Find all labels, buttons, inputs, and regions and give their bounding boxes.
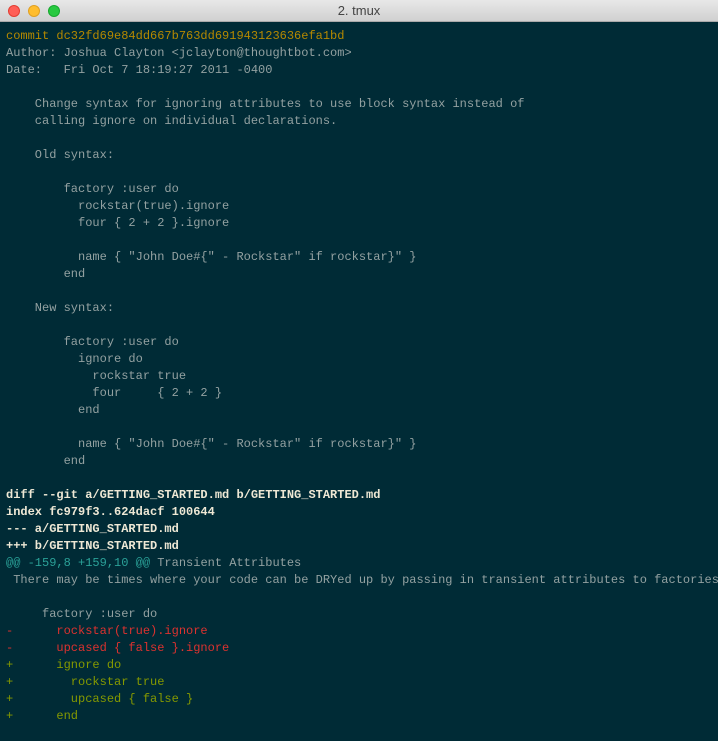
terminal-line xyxy=(6,317,712,334)
terminal-line xyxy=(6,283,712,300)
terminal-line: - rockstar(true).ignore xyxy=(6,623,712,640)
terminal-line: end xyxy=(6,266,712,283)
terminal-line: + end xyxy=(6,708,712,725)
terminal-line: commit dc32fd69e84dd667b763dd69194312363… xyxy=(6,28,712,45)
terminal-line: + ignore do xyxy=(6,657,712,674)
terminal-line xyxy=(6,419,712,436)
terminal-line: Change syntax for ignoring attributes to… xyxy=(6,96,712,113)
terminal-output[interactable]: commit dc32fd69e84dd667b763dd69194312363… xyxy=(0,22,718,731)
terminal-line xyxy=(6,470,712,487)
terminal-line xyxy=(6,130,712,147)
traffic-lights xyxy=(8,5,60,17)
terminal-line: end xyxy=(6,453,712,470)
terminal-line: name { "John Doe#{" - Rockstar" if rocks… xyxy=(6,436,712,453)
terminal-line: Author: Joshua Clayton <jclayton@thought… xyxy=(6,45,712,62)
terminal-line: --- a/GETTING_STARTED.md xyxy=(6,521,712,538)
terminal-line: factory :user do xyxy=(6,606,712,623)
terminal-line: Date: Fri Oct 7 18:19:27 2011 -0400 xyxy=(6,62,712,79)
terminal-line xyxy=(6,164,712,181)
minimize-icon[interactable] xyxy=(28,5,40,17)
terminal-line: - upcased { false }.ignore xyxy=(6,640,712,657)
terminal-line: + rockstar true xyxy=(6,674,712,691)
terminal-line: diff --git a/GETTING_STARTED.md b/GETTIN… xyxy=(6,487,712,504)
terminal-line: rockstar(true).ignore xyxy=(6,198,712,215)
terminal-line: index fc979f3..624dacf 100644 xyxy=(6,504,712,521)
terminal-line: rockstar true xyxy=(6,368,712,385)
terminal-line: ignore do xyxy=(6,351,712,368)
zoom-icon[interactable] xyxy=(48,5,60,17)
terminal-line xyxy=(6,232,712,249)
terminal-line: New syntax: xyxy=(6,300,712,317)
terminal-line: calling ignore on individual declaration… xyxy=(6,113,712,130)
terminal-line: factory :user do xyxy=(6,181,712,198)
terminal-line: end xyxy=(6,402,712,419)
terminal-line: @@ -159,8 +159,10 @@ Transient Attribute… xyxy=(6,555,712,572)
terminal-line: +++ b/GETTING_STARTED.md xyxy=(6,538,712,555)
terminal-line: four { 2 + 2 }.ignore xyxy=(6,215,712,232)
terminal-line: factory :user do xyxy=(6,334,712,351)
terminal-line: Old syntax: xyxy=(6,147,712,164)
close-icon[interactable] xyxy=(8,5,20,17)
terminal-line: There may be times where your code can b… xyxy=(6,572,712,589)
window-title: 2. tmux xyxy=(0,3,718,18)
terminal-line xyxy=(6,79,712,96)
terminal-line: name { "John Doe#{" - Rockstar" if rocks… xyxy=(6,249,712,266)
terminal-line xyxy=(6,589,712,606)
terminal-line: + upcased { false } xyxy=(6,691,712,708)
window-titlebar: 2. tmux xyxy=(0,0,718,22)
terminal-line: four { 2 + 2 } xyxy=(6,385,712,402)
